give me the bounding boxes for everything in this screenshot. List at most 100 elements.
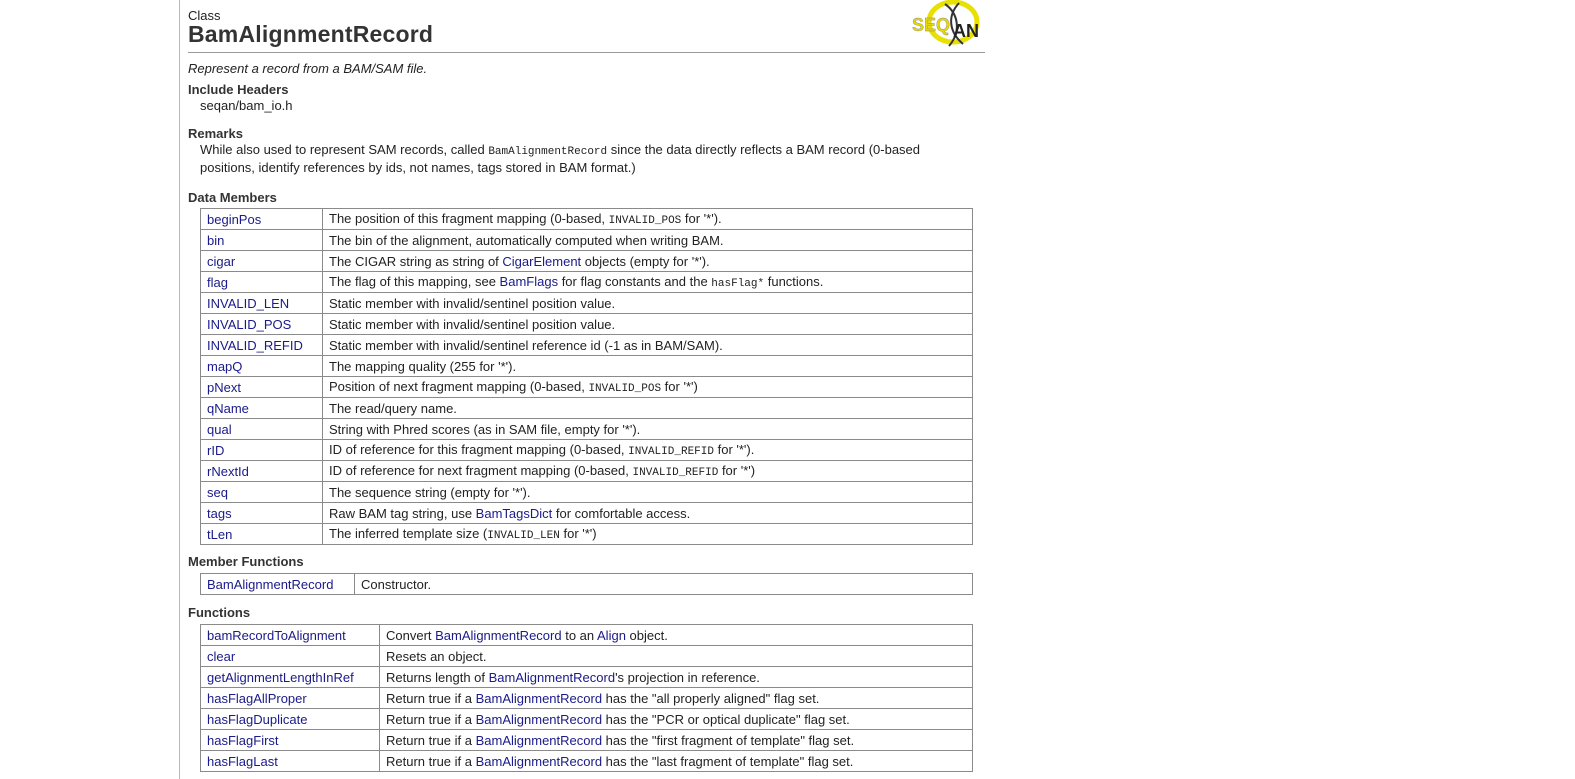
description-text: Static member with invalid/sentinel posi… — [329, 316, 616, 332]
member-link-invalid_pos[interactable]: INVALID_POS — [200, 313, 323, 335]
member-description: Return true if a BamAlignmentRecord has … — [379, 729, 973, 751]
member-link-invalid_len[interactable]: INVALID_LEN — [200, 292, 323, 314]
svg-text:AN: AN — [953, 21, 979, 41]
member-link-tags[interactable]: tags — [200, 502, 323, 524]
include-header-value: seqan/bam_io.h — [200, 98, 293, 113]
table-row: qName The read/query name. — [200, 397, 973, 419]
member-link-seq[interactable]: seq — [200, 481, 323, 503]
table-row: bin The bin of the alignment, automatical… — [200, 229, 973, 251]
member-description: Static member with invalid/sentinel posi… — [322, 292, 973, 314]
description-text: The bin of the alignment, automatically … — [329, 232, 724, 248]
table-row: bamRecordToAlignment Convert BamAlignment… — [200, 624, 973, 646]
table-row: rNextId ID of reference for next fragment… — [200, 460, 973, 482]
description-text: The read/query name. — [329, 400, 457, 416]
description-text: Static member with invalid/sentinel refe… — [329, 337, 723, 353]
description-text: Static member with invalid/sentinel posi… — [329, 295, 616, 311]
functions-table: bamRecordToAlignment Convert BamAlignment… — [200, 624, 973, 772]
description-text: for '*'). — [713, 442, 755, 457]
description-text: Constructor. — [361, 576, 432, 592]
table-row: hasFlagDuplicate Return true if a BamAlig… — [200, 708, 973, 730]
inline-code: INVALID_POS — [588, 383, 662, 395]
functions-heading: Functions — [188, 605, 251, 620]
inline-code: INVALID_LEN — [487, 530, 560, 542]
description-text: The inferred template size ( — [329, 526, 488, 541]
table-row: INVALID_LEN Static member with invalid/se… — [200, 292, 973, 314]
description-text: Returns length of — [386, 669, 489, 685]
member-description: The bin of the alignment, automatically … — [322, 229, 973, 251]
table-row: cigar The CIGAR string as string of Cigar… — [200, 250, 973, 272]
inline-link[interactable]: Align — [597, 628, 626, 643]
inline-link[interactable]: BamAlignmentRecord — [476, 691, 602, 706]
description-text: Position of next fragment mapping (0-bas… — [329, 379, 589, 394]
member-description: Return true if a BamAlignmentRecord has … — [379, 687, 973, 709]
inline-link[interactable]: CigarElement — [502, 254, 581, 269]
member-link-bamrecordtoalignment[interactable]: bamRecordToAlignment — [200, 624, 380, 646]
table-row: qual String with Phred scores (as in SAM … — [200, 418, 973, 440]
member-functions-heading: Member Functions — [188, 554, 304, 569]
member-link-qual[interactable]: qual — [200, 418, 323, 440]
inline-link[interactable]: BamFlags — [500, 274, 559, 289]
inline-link[interactable]: BamAlignmentRecord — [476, 754, 602, 769]
seqan-logo-icon: SEQ AN — [912, 0, 980, 47]
description-text: object. — [625, 627, 668, 643]
description-text: 's projection in reference. — [615, 669, 760, 685]
inline-code: INVALID_REFID — [628, 446, 714, 458]
description-text: Return true if a — [386, 753, 476, 769]
description-text: The position of this fragment mapping (0… — [329, 211, 609, 226]
inline-link[interactable]: BamAlignmentRecord — [489, 670, 615, 685]
table-row: INVALID_POS Static member with invalid/se… — [200, 313, 973, 335]
table-row: INVALID_REFID Static member with invalid/… — [200, 334, 973, 356]
inline-link[interactable]: BamAlignmentRecord — [476, 733, 602, 748]
class-doc: Class BamAlignmentRecord SEQ AN Represen… — [188, 0, 985, 772]
member-link-getalignmentlengthinref[interactable]: getAlignmentLengthInRef — [200, 666, 380, 688]
table-row: mapQ The mapping quality (255 for '*'). — [200, 355, 973, 377]
description-text: Resets an object. — [386, 648, 487, 664]
table-row: beginPos The position of this fragment ma… — [200, 208, 973, 230]
description-text: The sequence string (empty for '*'). — [329, 484, 531, 500]
inline-link[interactable]: BamAlignmentRecord — [476, 712, 602, 727]
member-link-hasflagallproper[interactable]: hasFlagAllProper — [200, 687, 380, 709]
svg-text:SEQ: SEQ — [912, 15, 950, 35]
member-link-clear[interactable]: clear — [200, 645, 380, 667]
member-link-hasflagduplicate[interactable]: hasFlagDuplicate — [200, 708, 380, 730]
description-text: has the "last fragment of template" flag… — [602, 753, 854, 769]
table-row: hasFlagLast Return true if a BamAlignment… — [200, 750, 973, 772]
description-text: for '*') — [718, 463, 756, 478]
member-description: The flag of this mapping, see BamFlags f… — [322, 271, 973, 293]
member-link-qname[interactable]: qName — [200, 397, 323, 419]
member-description: Resets an object. — [379, 645, 973, 667]
description-text: to an — [561, 627, 598, 643]
member-link-bamalignmentrecord[interactable]: BamAlignmentRecord — [200, 573, 355, 595]
member-description: The read/query name. — [322, 397, 973, 419]
table-row: tags Raw BAM tag string, use BamTagsDict … — [200, 502, 973, 524]
member-description: Return true if a BamAlignmentRecord has … — [379, 750, 973, 772]
table-row: pNext Position of next fragment mapping (… — [200, 376, 973, 398]
description-text: Raw BAM tag string, use — [329, 505, 476, 521]
member-link-flag[interactable]: flag — [200, 271, 323, 293]
member-link-tlen[interactable]: tLen — [200, 523, 323, 545]
table-row: clear Resets an object. — [200, 645, 973, 667]
class-brief: Represent a record from a BAM/SAM file. — [188, 61, 428, 76]
member-link-mapq[interactable]: mapQ — [200, 355, 323, 377]
description-text: ID of reference for next fragment mappin… — [329, 463, 633, 478]
member-link-invalid_refid[interactable]: INVALID_REFID — [200, 334, 323, 356]
description-text: for comfortable access. — [552, 505, 691, 521]
member-link-rnextid[interactable]: rNextId — [200, 460, 323, 482]
description-text: objects (empty for '*'). — [581, 253, 710, 269]
member-link-beginpos[interactable]: beginPos — [200, 208, 323, 230]
table-row: seq The sequence string (empty for '*'). — [200, 481, 973, 503]
member-link-hasflaglast[interactable]: hasFlagLast — [200, 750, 380, 772]
description-text: functions. — [764, 274, 824, 289]
member-link-rid[interactable]: rID — [200, 439, 323, 461]
member-description: Return true if a BamAlignmentRecord has … — [379, 708, 973, 730]
member-link-hasflagfirst[interactable]: hasFlagFirst — [200, 729, 380, 751]
member-description: The sequence string (empty for '*'). — [322, 481, 973, 503]
table-row: rID ID of reference for this fragment map… — [200, 439, 973, 461]
member-link-pnext[interactable]: pNext — [200, 376, 323, 398]
member-link-cigar[interactable]: cigar — [200, 250, 323, 272]
member-description: Constructor. — [354, 573, 973, 595]
member-link-bin[interactable]: bin — [200, 229, 323, 251]
inline-link[interactable]: BamTagsDict — [476, 506, 553, 521]
inline-link[interactable]: BamAlignmentRecord — [435, 628, 561, 643]
inline-code: hasFlag* — [711, 278, 765, 290]
